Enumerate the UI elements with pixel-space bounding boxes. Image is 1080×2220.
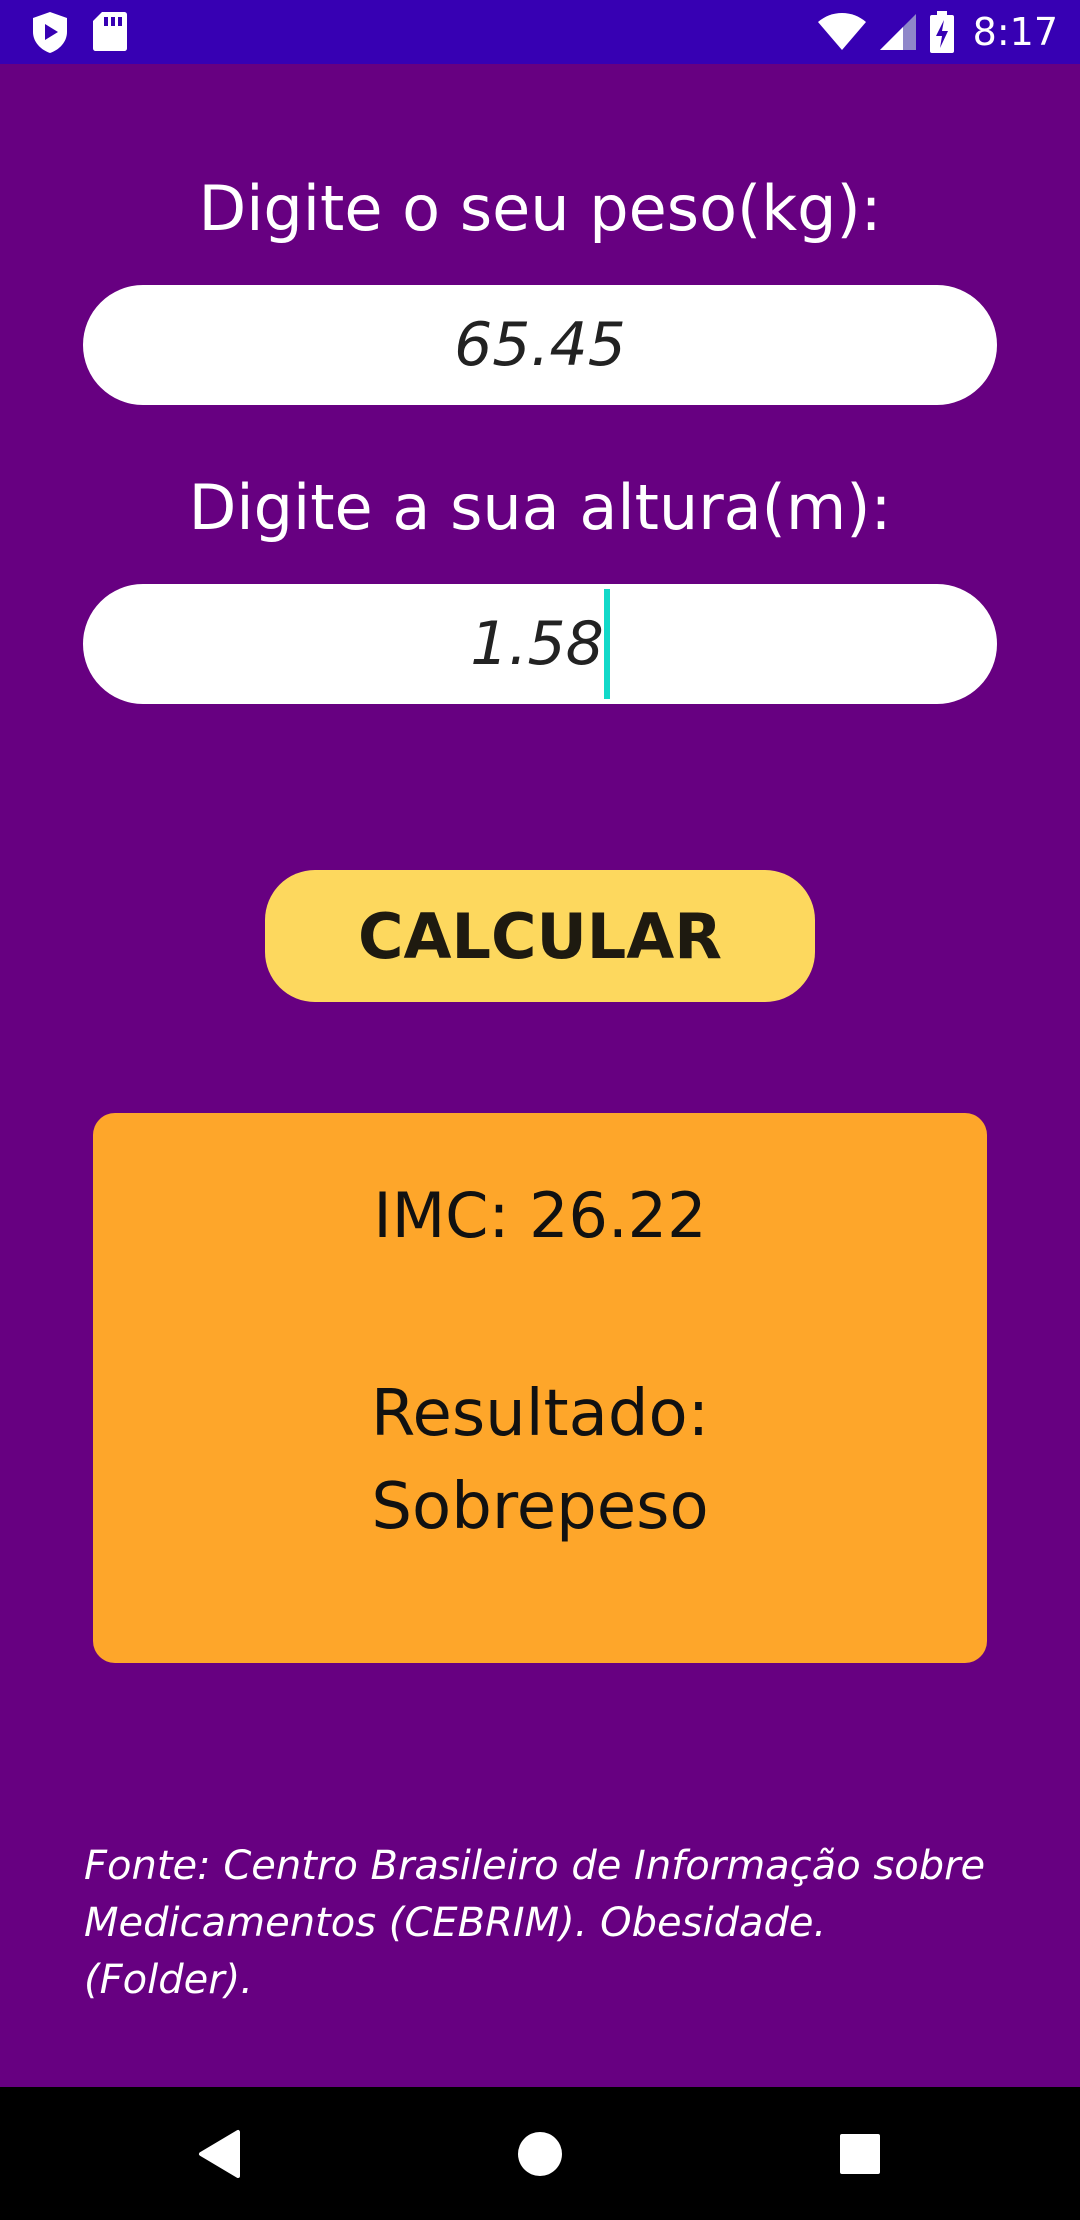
source-note: Fonte: Centro Brasileiro de Informação s… xyxy=(84,1843,986,2003)
wifi-icon xyxy=(817,12,867,52)
height-input-content: 1.58 xyxy=(470,589,610,699)
back-icon xyxy=(198,2129,242,2179)
sd-card-icon xyxy=(92,10,128,54)
result-label: Resultado: xyxy=(370,1377,710,1451)
imc-value: IMC: 26.22 xyxy=(373,1179,707,1252)
result-text: Resultado: Sobrepeso xyxy=(93,1368,987,1554)
calculate-button[interactable]: CALCULAR xyxy=(265,870,815,1002)
result-card: IMC: 26.22 Resultado: Sobrepeso xyxy=(93,1113,987,1663)
home-button[interactable] xyxy=(460,2087,620,2220)
status-system: 8:17 xyxy=(817,0,1058,64)
status-notifications xyxy=(30,10,128,54)
weight-value: 65.45 xyxy=(454,310,626,380)
weight-label: Digite o seu peso(kg): xyxy=(198,172,882,245)
shield-play-icon xyxy=(30,10,70,54)
screen: 8:17 Digite o seu peso(kg): 65.45 Digite… xyxy=(0,0,1080,2220)
battery-charging-icon xyxy=(929,10,955,54)
weight-input[interactable]: 65.45 xyxy=(83,285,997,405)
status-bar: 8:17 xyxy=(0,0,1080,64)
cell-signal-icon xyxy=(879,13,917,51)
result-classification: Sobrepeso xyxy=(371,1469,709,1544)
text-cursor xyxy=(603,589,610,699)
navigation-bar xyxy=(0,2087,1080,2220)
home-icon xyxy=(517,2131,563,2177)
recent-apps-icon xyxy=(839,2133,881,2175)
height-label: Digite a sua altura(m): xyxy=(188,471,892,544)
recent-apps-button[interactable] xyxy=(780,2087,940,2220)
back-button[interactable] xyxy=(140,2087,300,2220)
height-input[interactable]: 1.58 xyxy=(83,584,997,704)
status-time: 8:17 xyxy=(972,10,1058,54)
height-value: 1.58 xyxy=(470,609,604,679)
